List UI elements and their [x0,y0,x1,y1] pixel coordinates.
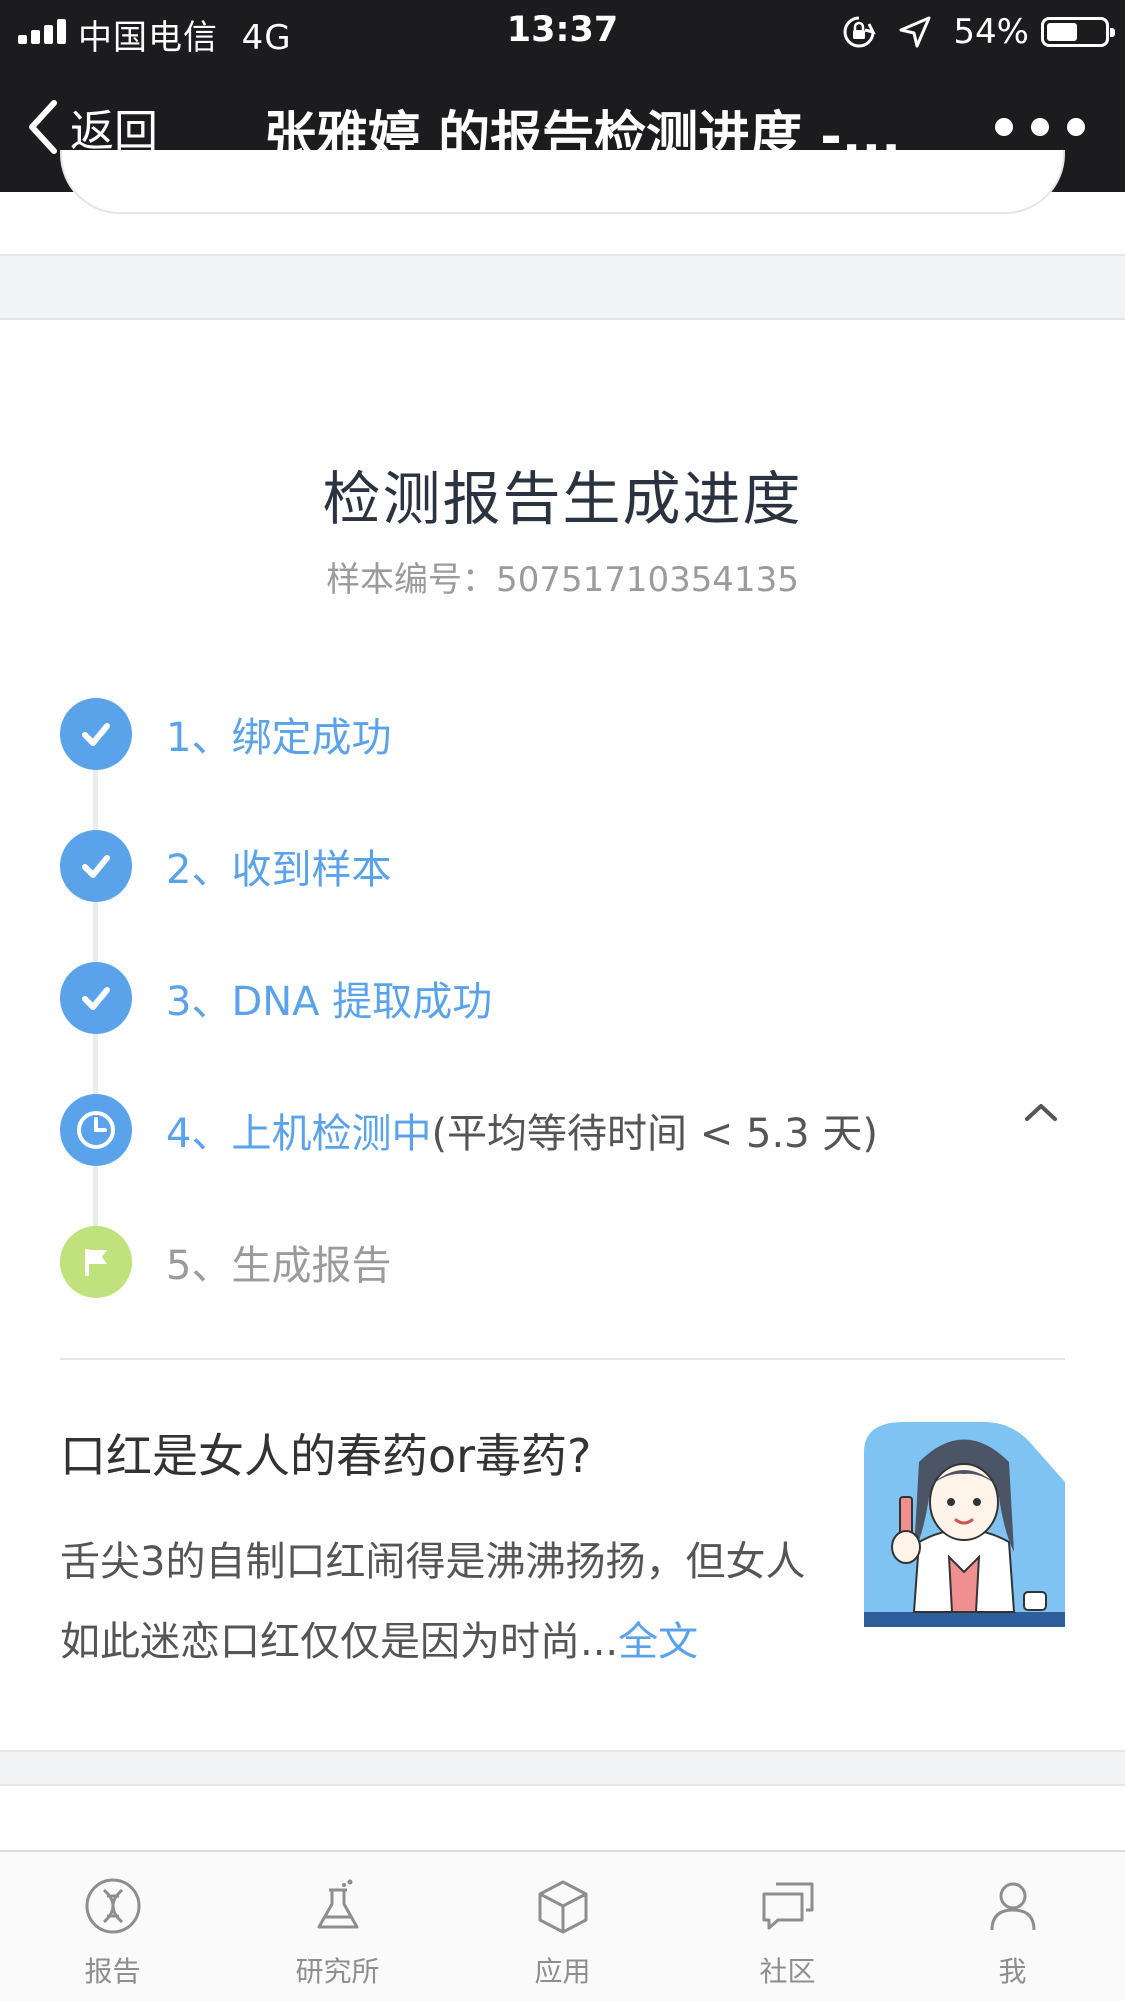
step-label: 5、生成报告 [166,1243,392,1289]
step-label: 2、收到样本 [166,847,392,893]
check-icon [60,962,132,1034]
tab-apps[interactable]: 应用 [450,1852,675,2001]
progress-title: 检测报告生成进度 [322,465,803,533]
tab-bar: 报告 研究所 应用 社区 我 [0,1850,1125,2001]
progress-step: 1、绑定成功 [60,697,1060,771]
check-icon [60,698,132,770]
article-summary: 舌尖3的自制口红闹得是沸沸扬扬，但女人如此迷恋口红仅仅是因为时尚...全文 [60,1522,820,1682]
progress-step-current[interactable]: 4、上机检测中 (平均等待时间 < 5.3 天) [60,1093,1060,1167]
tab-institute[interactable]: 研究所 [225,1852,450,2001]
article-illustration [864,1422,1065,1627]
cube-icon [538,1880,587,1934]
status-bar: 中国电信 4G 13:37 54% [0,0,1125,62]
sample-number: 样本编号：50751710354135 [326,560,799,600]
chat-icon [762,1882,813,1930]
progress-step: 2、收到样本 [60,829,1060,903]
tab-community[interactable]: 社区 [675,1852,900,2001]
step-label: 1、绑定成功 [166,715,392,761]
orientation-lock-icon [843,16,877,48]
tab-label: 报告 [84,1955,141,1988]
tab-label: 社区 [759,1955,816,1988]
tab-label: 应用 [534,1955,591,1988]
tab-report[interactable]: 报告 [0,1852,225,2001]
progress-step: 3、DNA 提取成功 [60,961,1060,1035]
section-separator [0,254,1125,320]
step-wait-time: (平均等待时间 < 5.3 天) [431,1111,878,1157]
clock-icon [60,1094,132,1166]
tab-me[interactable]: 我 [900,1852,1125,2001]
battery-percent: 54% [953,12,1029,52]
battery-icon [1041,17,1115,47]
article-title: 口红是女人的春药or毒药? [60,1429,592,1483]
article-card[interactable]: 口红是女人的春药or毒药? 舌尖3的自制口红闹得是沸沸扬扬，但女人如此迷恋口红仅… [60,1410,1065,1670]
flag-icon [60,1226,132,1298]
chevron-up-icon[interactable] [1020,1098,1062,1126]
divider [60,1358,1065,1360]
tab-label: 研究所 [295,1955,380,1988]
flask-icon [317,1879,358,1929]
status-icons: 54% [841,12,1115,52]
section-separator [0,1750,1125,1786]
dna-icon [85,1878,140,1934]
step-label: 4、上机检测中 [166,1111,432,1157]
tab-label: 我 [998,1955,1027,1988]
person-icon [990,1882,1035,1931]
step-label: 3、DNA 提取成功 [166,979,493,1025]
chevron-left-icon [29,100,57,154]
location-arrow-icon [899,16,931,48]
more-menu-button[interactable] [995,112,1085,142]
read-more-link[interactable]: 全文 [618,1619,698,1665]
progress-step: 5、生成报告 [60,1225,1060,1299]
previous-card-edge [60,150,1065,214]
check-icon [60,830,132,902]
